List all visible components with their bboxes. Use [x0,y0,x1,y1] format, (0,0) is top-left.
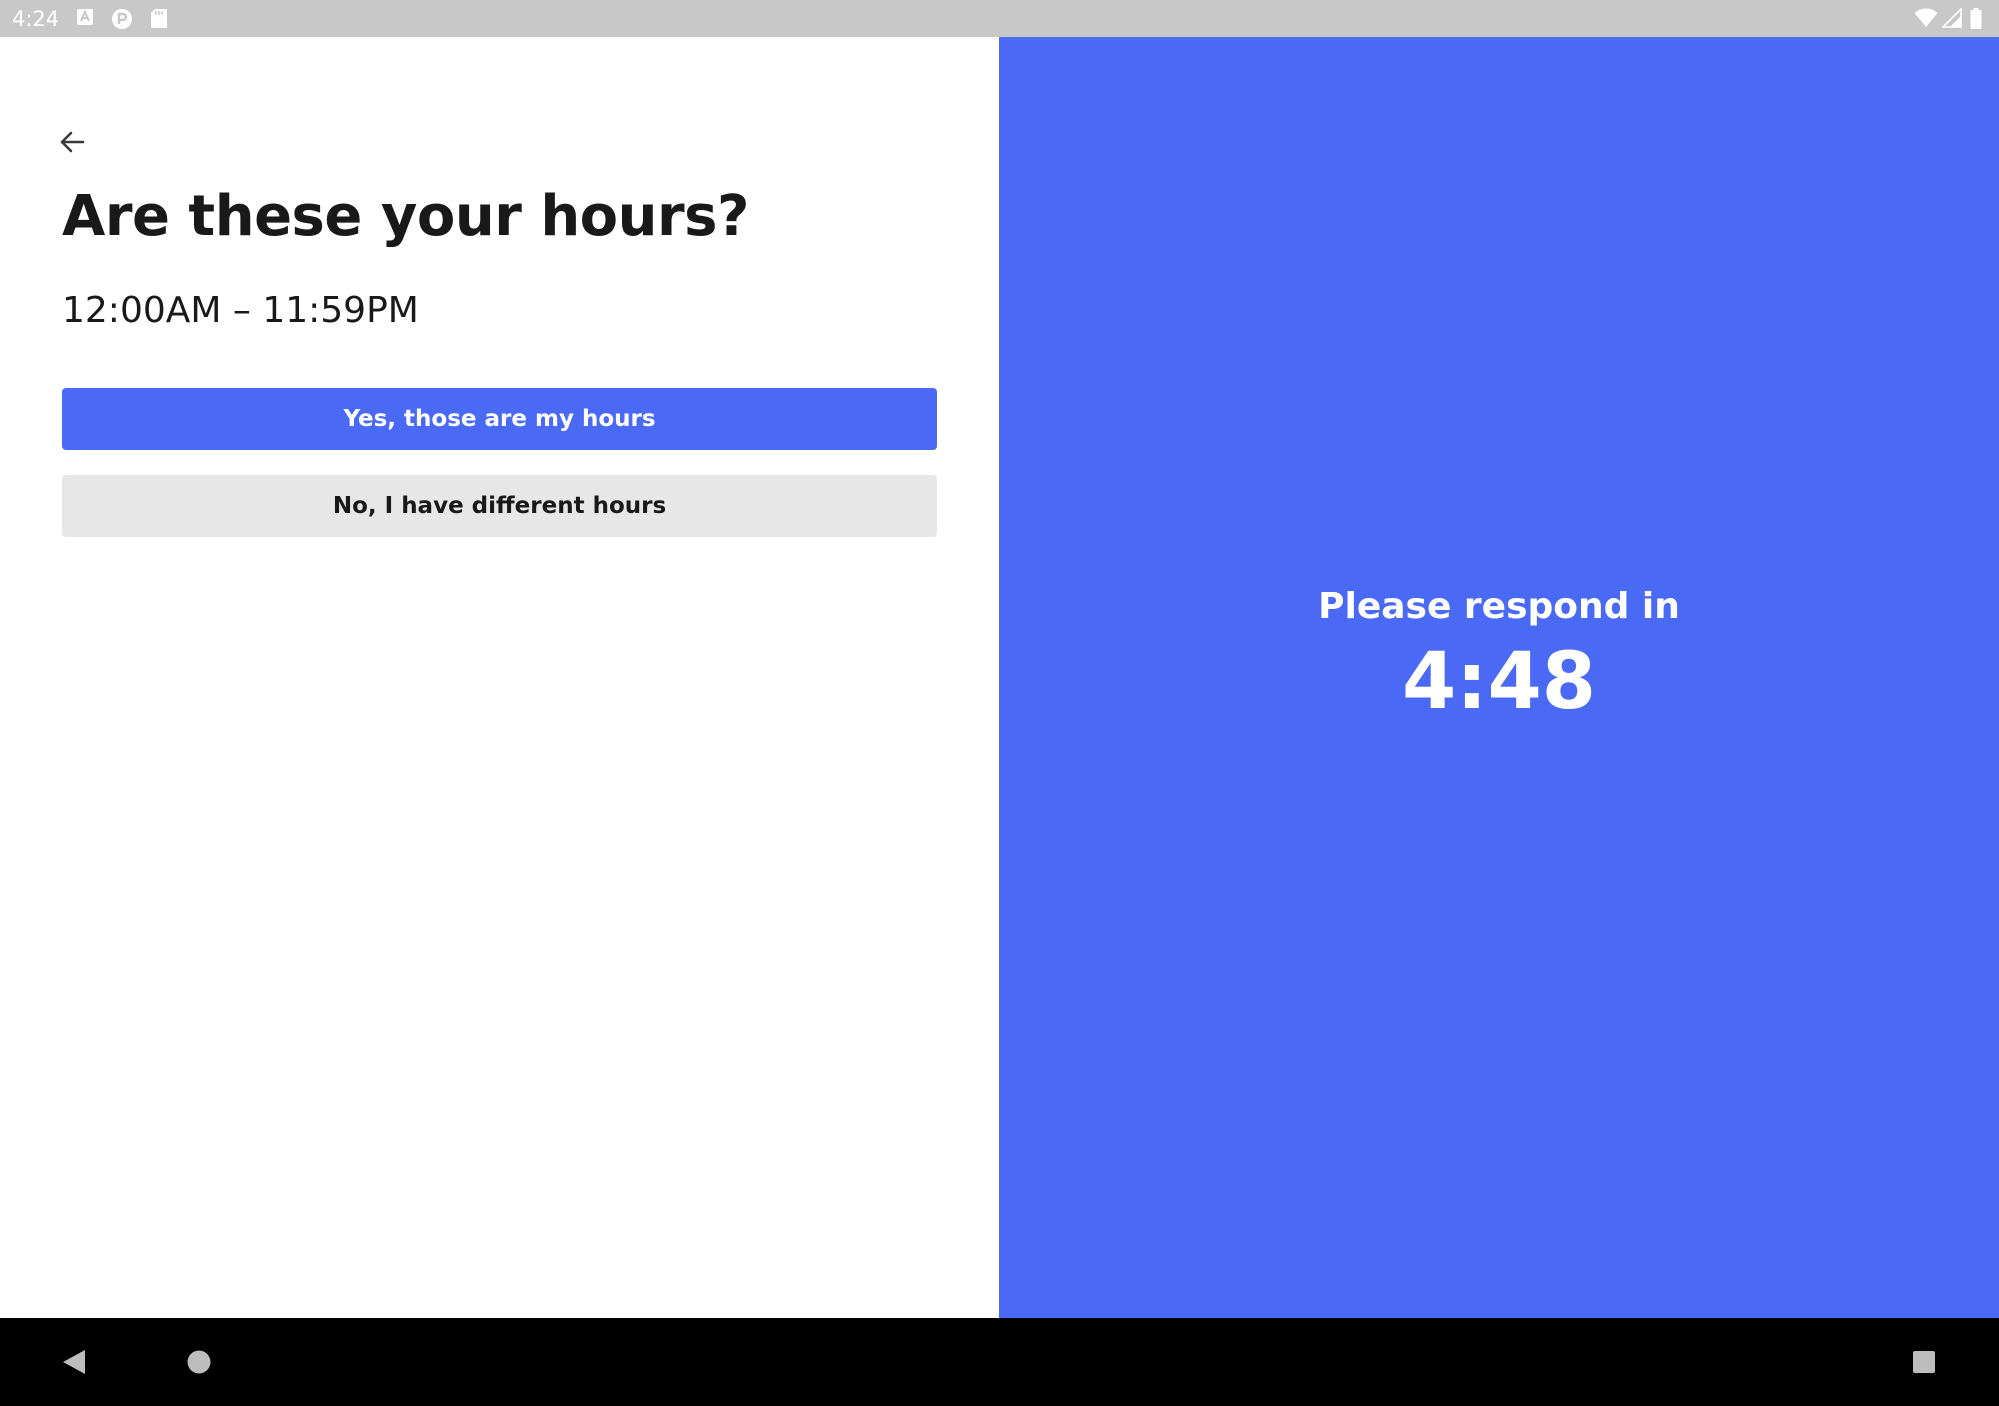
system-nav-bar [0,1318,1999,1406]
hours-confirmation-panel: Are these your hours? 12:00AM – 11:59PM … [0,37,999,1318]
battery-icon [1970,8,1982,33]
nav-back-icon [63,1350,85,1374]
nav-home-button[interactable] [177,1340,221,1384]
signal-icon [1941,7,1962,32]
back-button[interactable] [52,122,92,162]
arrow-left-icon [60,131,85,153]
nav-back-button[interactable] [52,1340,96,1384]
countdown-timer: 4:48 [1401,637,1596,727]
sd-card-icon [150,8,168,33]
respond-label: Please respond in [1318,586,1680,627]
status-time: 4:24 [12,7,60,31]
hours-range: 12:00AM – 11:59PM [62,290,419,331]
app-screen: 4:24 Are these your hours? 12:00AM – 11:… [0,0,1999,1406]
confirm-hours-button[interactable]: Yes, those are my hours [62,388,937,450]
different-hours-button[interactable]: No, I have different hours [62,475,937,537]
a-notification-icon [76,8,94,30]
p-notification-icon [111,8,133,34]
wifi-icon [1914,8,1938,32]
status-bar: 4:24 [0,0,1999,37]
nav-home-icon [187,1350,211,1374]
nav-recents-button[interactable] [1902,1340,1946,1384]
page-title: Are these your hours? [62,184,749,249]
countdown-panel: Please respond in 4:48 [999,37,1999,1318]
nav-recents-icon [1913,1351,1935,1373]
